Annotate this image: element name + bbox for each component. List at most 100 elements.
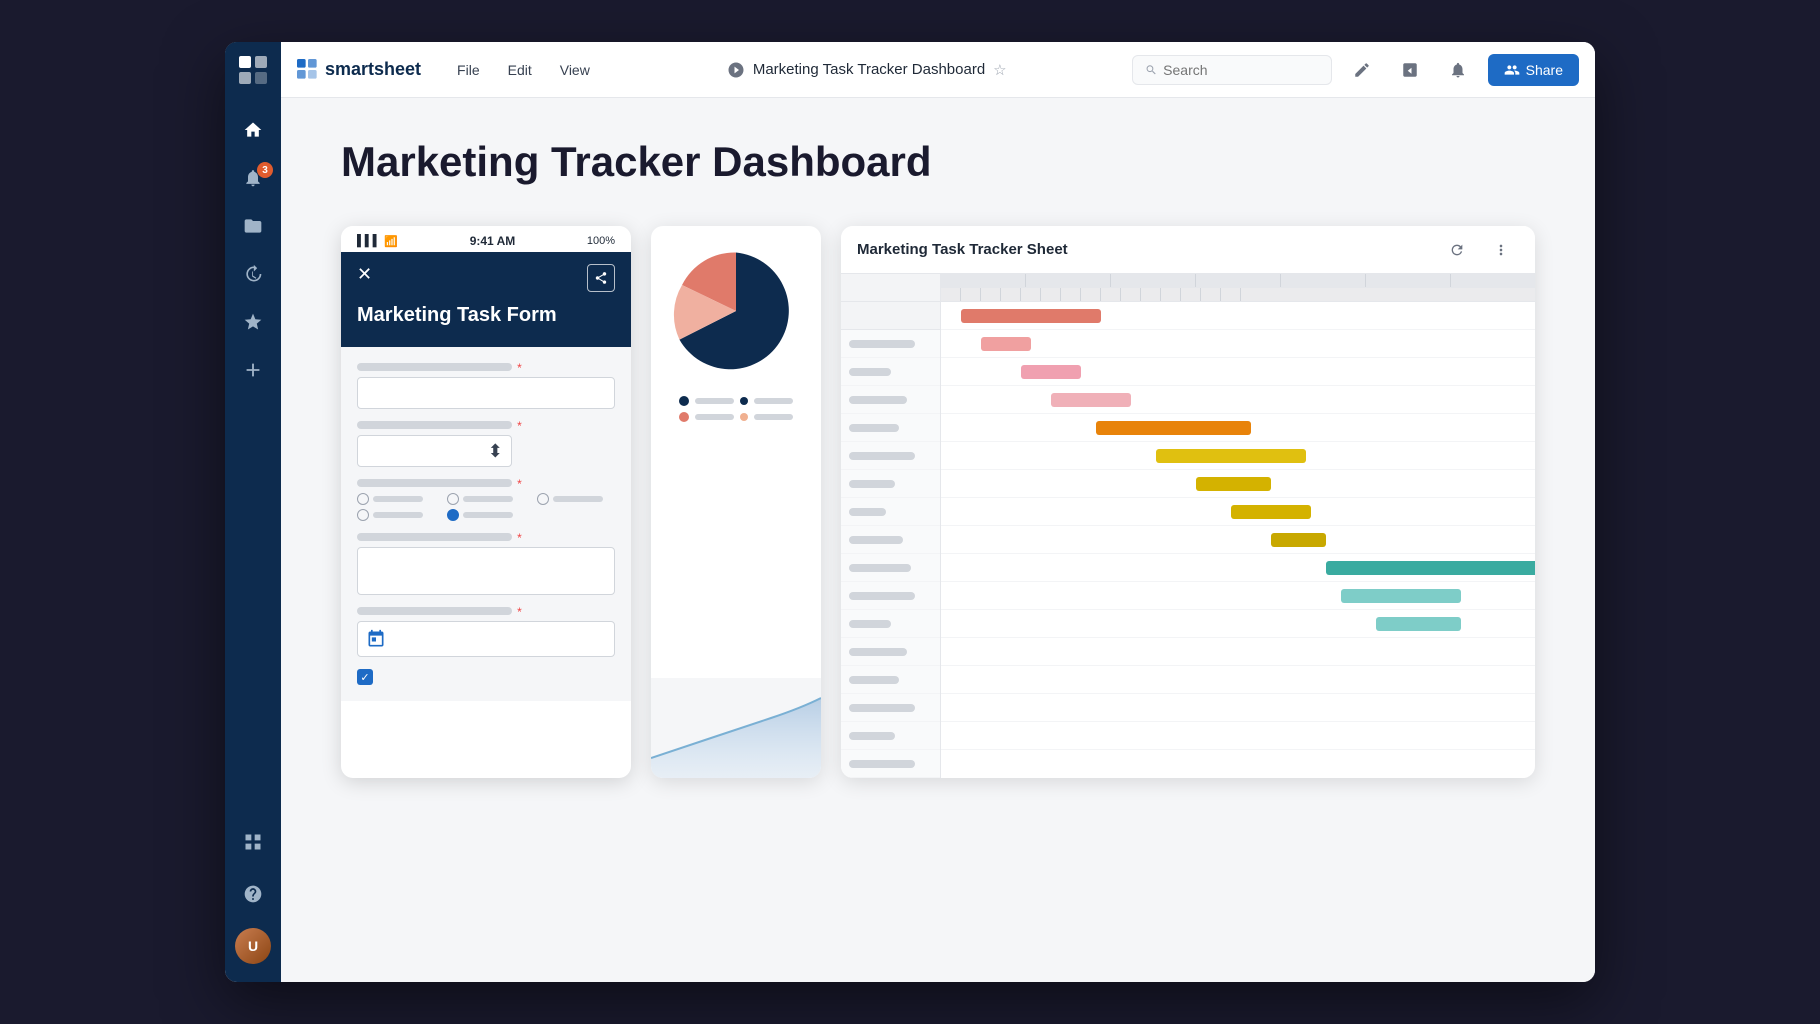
radio-opt-4[interactable]	[357, 509, 423, 521]
sidebar-item-folder[interactable]	[225, 202, 281, 250]
gantt-bar-9	[1326, 561, 1535, 575]
sidebar-item-grid[interactable]	[235, 818, 271, 866]
widgets-area: ▌▌▌ 📶 9:41 AM 100% ✕ Market	[341, 226, 1535, 778]
gantt-label-row	[841, 638, 940, 666]
legend-item-0	[679, 396, 793, 406]
present-icon-btn[interactable]	[1392, 52, 1428, 88]
share-button[interactable]: Share	[1488, 54, 1579, 86]
gantt-bar-6	[1196, 477, 1271, 491]
legend-dot-1	[679, 412, 689, 422]
phone-time: 9:41 AM	[470, 234, 516, 248]
checkbox-row: ✓	[357, 669, 615, 685]
legend-dot-1b	[740, 413, 748, 421]
gantt-label-row	[841, 414, 940, 442]
gantt-bar-1	[981, 337, 1031, 351]
gantt-label-row	[841, 666, 940, 694]
gantt-more-icon[interactable]	[1483, 232, 1519, 268]
gantt-label-row	[841, 582, 940, 610]
radio-opt-3[interactable]	[537, 493, 603, 505]
sidebar-item-help[interactable]	[235, 870, 271, 918]
gantt-label-row	[841, 498, 940, 526]
search-icon	[1145, 63, 1158, 77]
share-icon	[1504, 62, 1520, 78]
sidebar-logo[interactable]	[225, 42, 281, 98]
sidebar-item-favorites[interactable]	[225, 298, 281, 346]
form-field-1	[357, 363, 615, 409]
gantt-refresh-icon[interactable]	[1439, 232, 1475, 268]
radio-opt-1[interactable]	[357, 493, 423, 505]
sidebar-item-recent[interactable]	[225, 250, 281, 298]
area-chart-area	[651, 678, 821, 778]
radio-label-4	[373, 512, 423, 518]
field-label-2	[357, 421, 512, 429]
gantt-label-row	[841, 694, 940, 722]
chart-legend	[671, 396, 801, 430]
chart-top	[651, 226, 821, 678]
radio-label-3	[553, 496, 603, 502]
doc-title: Marketing Task Tracker Dashboard ☆	[753, 61, 1007, 79]
radio-opt-2[interactable]	[447, 493, 513, 505]
form-share-icon[interactable]	[587, 264, 615, 292]
gantt-timeline	[941, 274, 1535, 778]
gantt-label-row	[841, 470, 940, 498]
gantt-bar-2	[1021, 365, 1081, 379]
gantt-label-row	[841, 554, 940, 582]
radio-label-2	[463, 496, 513, 502]
legend-line-1b	[754, 414, 793, 420]
gantt-bar-7	[1231, 505, 1311, 519]
field-input-1[interactable]	[357, 377, 615, 409]
gantt-bar-11	[1376, 617, 1461, 631]
search-input[interactable]	[1163, 62, 1318, 78]
radio-circle-4	[357, 509, 369, 521]
mobile-form-widget: ▌▌▌ 📶 9:41 AM 100% ✕ Market	[341, 226, 631, 778]
legend-line-0	[695, 398, 734, 404]
sidebar-item-notifications[interactable]: 3	[225, 154, 281, 202]
search-bar[interactable]	[1132, 55, 1332, 85]
form-close-icon[interactable]: ✕	[357, 264, 372, 292]
form-title: Marketing Task Form	[357, 304, 615, 327]
sidebar-bottom: U	[235, 818, 271, 982]
pie-chart	[671, 246, 801, 376]
radio-opt-5-selected[interactable]	[447, 509, 513, 521]
gantt-bar-8	[1271, 533, 1326, 547]
gantt-controls	[1439, 232, 1519, 268]
share-label: Share	[1526, 62, 1563, 78]
calendar-icon	[366, 629, 386, 649]
dashboard-title: Marketing Tracker Dashboard	[341, 138, 1535, 186]
topbar: smartsheet File Edit View Marketing Task…	[281, 42, 1595, 98]
pie-chart-area	[671, 246, 801, 376]
menu-view[interactable]: View	[548, 56, 602, 84]
gantt-header-row-1	[941, 274, 1535, 288]
doc-title-text: Marketing Task Tracker Dashboard	[753, 61, 985, 78]
legend-line-0b	[754, 398, 793, 404]
radio-group-top	[357, 493, 615, 505]
avatar[interactable]: U	[235, 922, 271, 970]
form-header-controls: ✕	[357, 264, 615, 292]
star-icon[interactable]: ☆	[993, 61, 1006, 79]
gantt-label-row	[841, 750, 940, 778]
sidebar-item-home[interactable]	[225, 106, 281, 154]
gantt-label-row	[841, 442, 940, 470]
edit-icon-btn[interactable]	[1344, 52, 1380, 88]
form-header: ✕ Marketing Task Form	[341, 252, 631, 347]
gantt-bar-5	[1156, 449, 1306, 463]
field-label-4	[357, 533, 512, 541]
radio-group-bottom	[357, 509, 615, 521]
radio-label-1	[373, 496, 423, 502]
form-field-3	[357, 479, 615, 521]
battery-status: 100%	[587, 235, 615, 247]
sidebar-item-add[interactable]	[225, 346, 281, 394]
area-chart-svg	[651, 678, 821, 778]
field-textarea-4[interactable]	[357, 547, 615, 595]
field-label-3	[357, 479, 512, 487]
field-date-5[interactable]	[357, 621, 615, 657]
legend-line-1	[695, 414, 734, 420]
main-content: smartsheet File Edit View Marketing Task…	[281, 42, 1595, 982]
checkbox-checked[interactable]: ✓	[357, 669, 373, 685]
gantt-bar-0	[961, 309, 1101, 323]
menu-file[interactable]: File	[445, 56, 492, 84]
gantt-label-row	[841, 330, 940, 358]
menu-edit[interactable]: Edit	[496, 56, 544, 84]
field-select-2[interactable]: ⬍	[357, 435, 512, 467]
notify-icon-btn[interactable]	[1440, 52, 1476, 88]
